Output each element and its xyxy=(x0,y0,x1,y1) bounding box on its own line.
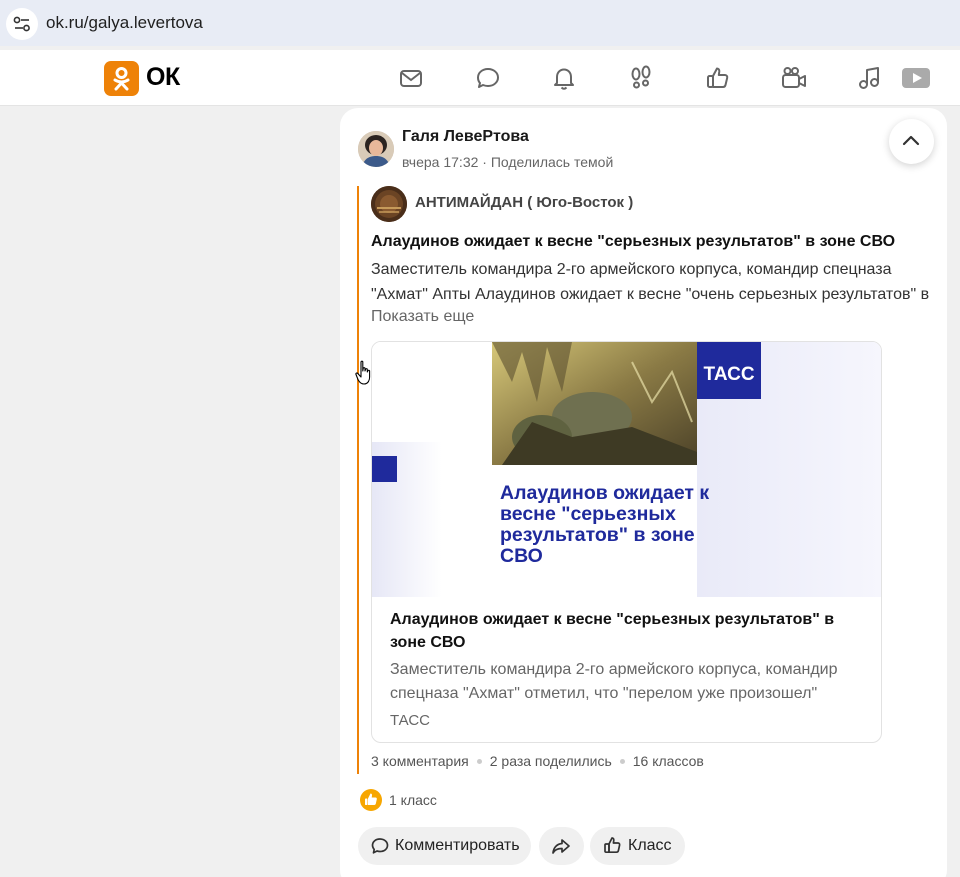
separator-dot xyxy=(619,758,625,764)
class-button-label: Класс xyxy=(628,837,672,854)
comment-icon xyxy=(371,838,389,854)
class-button[interactable]: Класс xyxy=(590,827,685,865)
group-name[interactable]: АНТИМАЙДАН ( Юго-Восток ) xyxy=(415,194,633,211)
separator-dot xyxy=(476,758,482,764)
post-card: Галя ЛевеРтова вчера 17:32 · Поделилась … xyxy=(340,108,947,877)
link-preview-image[interactable]: ТАСС Алаудинов ожидает к весне "серьезны… xyxy=(372,342,881,597)
group-avatar[interactable] xyxy=(371,186,407,222)
author-avatar[interactable] xyxy=(358,131,394,167)
footprints-icon[interactable] xyxy=(628,65,654,91)
classes-count[interactable]: 16 классов xyxy=(633,753,704,769)
post-title[interactable]: Алаудинов ожидает к весне "серьезных рез… xyxy=(371,233,931,251)
likes-count[interactable]: 1 класс xyxy=(389,792,437,808)
thumbs-up-icon[interactable] xyxy=(705,65,731,91)
mail-icon[interactable] xyxy=(398,65,424,91)
url-text[interactable]: ok.ru/galya.levertova xyxy=(46,13,203,33)
author-name[interactable]: Галя ЛевеРтова xyxy=(402,128,529,146)
post-stats: 3 комментария 2 раза поделились 16 классов xyxy=(371,753,704,769)
share-button[interactable] xyxy=(539,827,584,865)
site-settings-icon[interactable] xyxy=(6,8,38,40)
collapse-button[interactable] xyxy=(889,119,934,164)
comment-button[interactable]: Комментировать xyxy=(358,827,531,865)
link-title[interactable]: Алаудинов ожидает к весне "серьезных рез… xyxy=(390,608,860,654)
class-reaction-icon xyxy=(360,789,382,811)
link-source: ТАСС xyxy=(390,712,431,729)
comments-count[interactable]: 3 комментария xyxy=(371,753,469,769)
shares-count[interactable]: 2 раза поделились xyxy=(490,753,612,769)
chevron-up-icon xyxy=(902,135,920,146)
share-indicator-line xyxy=(357,186,359,774)
show-more-link[interactable]: Показать еще xyxy=(371,308,474,326)
comment-button-label: Комментировать xyxy=(395,837,520,854)
ok-logo-icon[interactable] xyxy=(104,61,139,96)
share-arrow-icon xyxy=(552,839,570,854)
bell-icon[interactable] xyxy=(551,65,577,91)
address-bar[interactable]: ok.ru/galya.levertova xyxy=(0,0,960,46)
link-preview-card[interactable]: ТАСС Алаудинов ожидает к весне "серьезны… xyxy=(371,341,882,743)
site-header: ОК xyxy=(0,50,960,106)
chat-icon[interactable] xyxy=(475,65,501,91)
logo-text[interactable]: ОК xyxy=(146,63,180,92)
thumbs-up-icon xyxy=(604,837,621,854)
link-description: Заместитель командира 2-го армейского ко… xyxy=(390,661,838,702)
tass-badge: ТАСС xyxy=(703,364,754,385)
music-icon[interactable] xyxy=(857,65,883,91)
post-meta: вчера 17:32 · Поделилась темой xyxy=(402,154,614,170)
video-camera-icon[interactable] xyxy=(781,65,807,91)
hand-cursor-icon xyxy=(355,360,375,391)
post-text: Заместитель командира 2-го армейского ко… xyxy=(371,261,930,303)
video-play-icon[interactable] xyxy=(902,65,932,91)
